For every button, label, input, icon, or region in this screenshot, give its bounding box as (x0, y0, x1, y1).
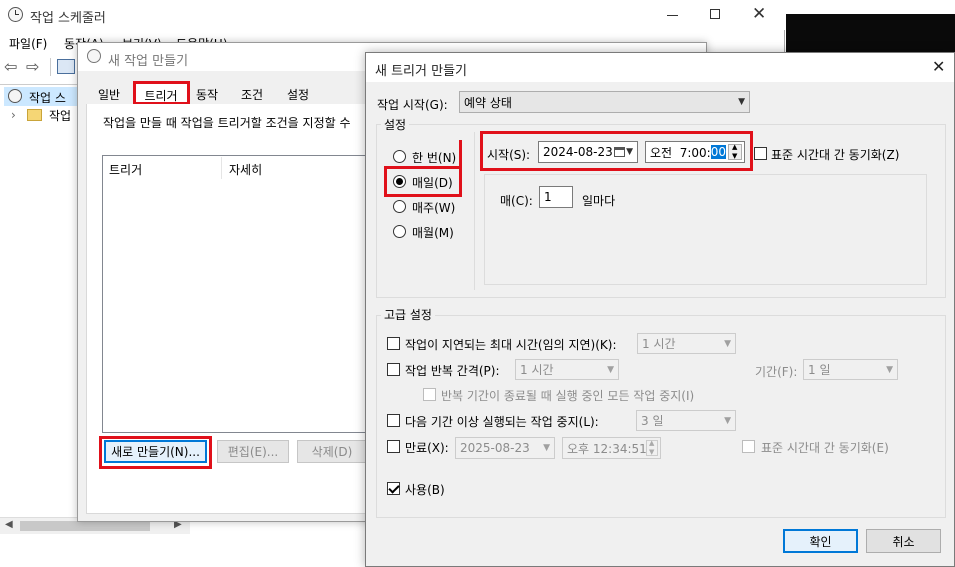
repeat-combo[interactable]: 1 시간 ▼ (515, 359, 619, 380)
tree-item-library[interactable]: 작업 (49, 107, 71, 124)
start-highlight (480, 131, 753, 171)
clock-icon (8, 7, 23, 22)
sync-tz-checkbox[interactable] (754, 147, 767, 160)
recur-every-unit: 일마다 (582, 194, 616, 208)
triggers-description: 작업을 만들 때 작업을 트리거할 조건을 지정할 수 (103, 116, 351, 130)
chevron-down-icon: ▼ (886, 364, 893, 375)
delay-value: 1 시간 (642, 337, 676, 351)
back-icon[interactable]: ⇦ (4, 57, 17, 76)
tree-item-root[interactable]: 작업 스 (29, 89, 66, 106)
tree-pane (0, 84, 78, 534)
delay-combo[interactable]: 1 시간 ▼ (637, 333, 736, 354)
toolbar-divider (50, 58, 51, 76)
tab-conditions[interactable]: 조건 (232, 83, 272, 105)
expire-sync-label[interactable]: 표준 시간대 간 동기화(E) (761, 439, 889, 456)
trigger-list[interactable] (102, 155, 372, 433)
expire-sync-checkbox[interactable] (742, 440, 755, 453)
tree-expand-icon[interactable]: › (11, 108, 16, 122)
menu-file[interactable]: 파일(F) (9, 35, 47, 52)
radio-monthly[interactable] (393, 225, 406, 238)
duration-combo[interactable]: 1 일 ▼ (803, 359, 898, 380)
column-details[interactable]: 자세히 (229, 161, 262, 178)
column-divider (221, 157, 222, 179)
enabled-checkbox[interactable] (387, 482, 400, 495)
duration-value: 1 일 (808, 363, 831, 377)
stop-long-label[interactable]: 다음 기간 이상 실행되는 작업 중지(L): (405, 413, 599, 430)
repeat-checkbox[interactable] (387, 363, 400, 376)
stop-long-checkbox[interactable] (387, 414, 400, 427)
repeat-label[interactable]: 작업 반복 간격(P): (405, 362, 500, 379)
radio-one-time-label[interactable]: 한 번(N) (412, 149, 456, 166)
stop-long-value: 3 일 (641, 414, 664, 428)
black-background (786, 14, 955, 52)
create-task-clock-icon (87, 49, 101, 63)
radio-weekly-label[interactable]: 매주(W) (412, 199, 455, 216)
stop-repeat-label[interactable]: 반복 기간이 종료될 때 실행 중인 모든 작업 중지(I) (441, 387, 694, 404)
radio-group-highlight (459, 140, 462, 197)
tab-general[interactable]: 일반 (86, 83, 132, 105)
daily-highlight (384, 166, 462, 197)
expire-checkbox[interactable] (387, 440, 400, 453)
expire-date-value: 2025-08-23 (460, 441, 530, 455)
minimize-icon[interactable] (667, 15, 678, 16)
settings-divider (474, 132, 475, 290)
ok-button[interactable]: 확인 (783, 529, 858, 553)
chevron-down-icon: ▼ (724, 415, 731, 426)
tab-triggers-highlight (133, 81, 190, 105)
repeat-value: 1 시간 (520, 363, 554, 377)
expire-time-combo[interactable]: 오후 12:34:51 ▲ ▼ (562, 437, 661, 459)
console-icon[interactable] (57, 59, 75, 74)
begin-task-combo[interactable]: 예약 상태 ▼ (459, 91, 750, 113)
tab-actions[interactable]: 동작 (186, 83, 228, 105)
column-trigger[interactable]: 트리거 (109, 161, 142, 178)
dialog-close-icon[interactable]: ✕ (932, 57, 945, 76)
new-button-highlight (99, 436, 212, 469)
delay-label[interactable]: 작업이 지연되는 최대 시간(임의 지연)(K): (405, 336, 617, 353)
begin-task-label: 작업 시작(G): (377, 98, 448, 112)
maximize-icon[interactable] (710, 9, 720, 19)
sync-tz-label[interactable]: 표준 시간대 간 동기화(Z) (771, 146, 899, 163)
chevron-down-icon: ▼ (543, 443, 550, 453)
edit-trigger-button[interactable]: 편집(E)... (217, 440, 289, 463)
settings-group-title: 설정 (381, 116, 410, 133)
tab-settings[interactable]: 설정 (278, 83, 318, 105)
expire-date-combo[interactable]: 2025-08-23 ▼ (455, 437, 555, 459)
scroll-thumb[interactable] (20, 521, 150, 531)
chevron-down-icon: ▼ (724, 338, 731, 349)
scheduler-title: 작업 스케줄러 (30, 11, 106, 26)
recur-every-label: 매(C): (500, 194, 533, 208)
chevron-down-icon: ▼ (607, 364, 614, 375)
cancel-button[interactable]: 취소 (866, 529, 941, 553)
chevron-down-icon: ▼ (738, 97, 745, 107)
spin-down-icon[interactable]: ▼ (649, 448, 654, 456)
advanced-group-title: 고급 설정 (381, 306, 435, 323)
expire-time-value: 오후 12:34:51 (567, 441, 647, 456)
enabled-label[interactable]: 사용(B) (405, 481, 445, 498)
radio-weekly[interactable] (393, 200, 406, 213)
duration-label: 기간(F): (755, 365, 798, 379)
new-trigger-title: 새 트리거 만들기 (375, 64, 467, 79)
radio-one-time[interactable] (393, 150, 406, 163)
radio-monthly-label[interactable]: 매월(M) (412, 224, 454, 241)
create-task-title: 새 작업 만들기 (108, 54, 189, 69)
stop-long-combo[interactable]: 3 일 ▼ (636, 410, 736, 431)
delay-checkbox[interactable] (387, 337, 400, 350)
delete-trigger-button[interactable]: 삭제(D) (297, 440, 367, 463)
forward-icon[interactable]: ⇨ (26, 57, 39, 76)
stop-repeat-checkbox[interactable] (423, 388, 436, 401)
close-icon[interactable]: ✕ (752, 4, 766, 24)
recur-every-input[interactable]: 1 (539, 186, 573, 208)
tree-folder-icon (27, 109, 42, 121)
spin-up-icon[interactable]: ▲ (649, 439, 654, 447)
tree-clock-icon (8, 89, 22, 103)
begin-task-value: 예약 상태 (464, 95, 512, 110)
scroll-left-icon[interactable]: ◀ (5, 519, 13, 530)
expire-time-spinner[interactable]: ▲ ▼ (646, 439, 658, 456)
expire-label[interactable]: 만료(X): (405, 439, 449, 456)
